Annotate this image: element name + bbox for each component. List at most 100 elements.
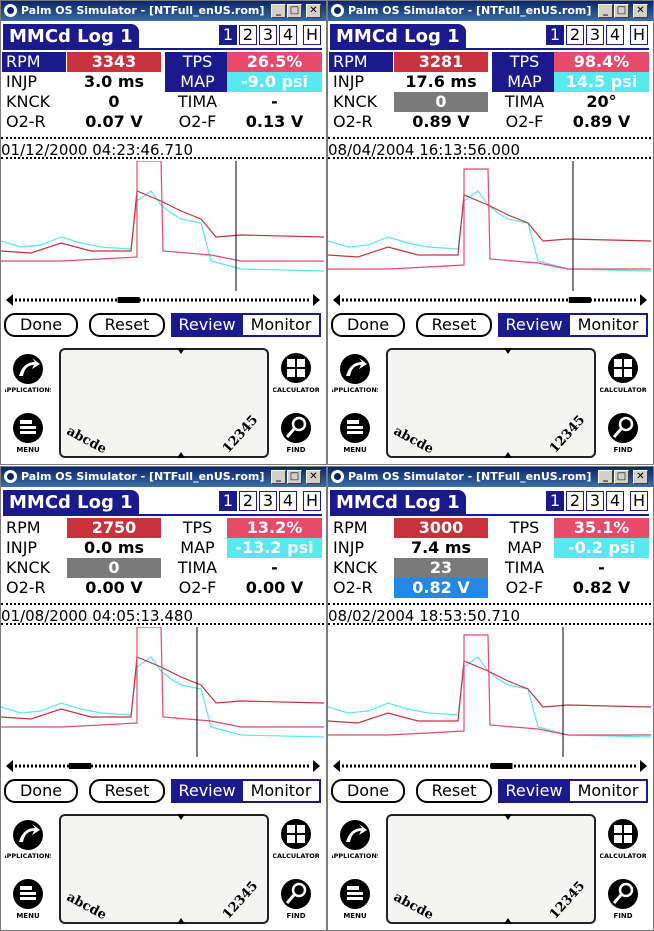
reset-button[interactable]: Reset: [89, 313, 165, 337]
monitor-tab[interactable]: Monitor: [241, 779, 321, 803]
map-label[interactable]: MAP: [165, 538, 230, 558]
menu-icon[interactable]: MENU: [332, 874, 378, 920]
log-tab-4[interactable]: 4: [279, 491, 297, 511]
tps-label[interactable]: TPS: [492, 52, 557, 72]
reset-button[interactable]: Reset: [416, 779, 492, 803]
injp-label[interactable]: INJP: [333, 538, 393, 558]
scroll-left-arrow[interactable]: [6, 294, 13, 306]
log-tab-1[interactable]: 1: [546, 491, 564, 511]
log-tab-H[interactable]: H: [303, 25, 321, 45]
applications-icon[interactable]: APPLICATIONS: [332, 814, 378, 860]
rpm-label[interactable]: RPM: [2, 52, 66, 72]
scroll-left-arrow[interactable]: [333, 760, 340, 772]
log-tab-1[interactable]: 1: [219, 491, 237, 511]
find-icon[interactable]: FIND: [600, 874, 646, 920]
log-tab-2[interactable]: 2: [566, 25, 584, 45]
knck-label[interactable]: KNCK: [333, 92, 393, 112]
close-icon[interactable]: ✕: [306, 470, 321, 484]
tps-label[interactable]: TPS: [165, 518, 230, 538]
o2r-label[interactable]: O2-R: [6, 578, 66, 598]
log-tab-H[interactable]: H: [630, 491, 648, 511]
window-titlebar[interactable]: Palm OS Simulator - [NTFull_enUS.rom] _ …: [1, 467, 326, 487]
close-icon[interactable]: ✕: [306, 4, 321, 18]
tima-label[interactable]: TIMA: [492, 92, 557, 112]
review-tab[interactable]: Review: [171, 779, 243, 803]
window-titlebar[interactable]: Palm OS Simulator - [NTFull_enUS.rom] _ …: [328, 1, 653, 21]
log-tab-2[interactable]: 2: [239, 491, 257, 511]
app-title[interactable]: MMCd Log 1: [330, 24, 466, 49]
monitor-tab[interactable]: Monitor: [568, 313, 648, 337]
graffiti-area[interactable]: abcde 12345: [59, 348, 269, 458]
scroll-right-arrow[interactable]: [313, 294, 320, 306]
log-tab-3[interactable]: 3: [259, 491, 277, 511]
log-tab-H[interactable]: H: [630, 25, 648, 45]
maximize-icon[interactable]: □: [287, 470, 302, 484]
minimize-icon[interactable]: _: [271, 470, 286, 484]
find-icon[interactable]: FIND: [600, 408, 646, 454]
minimize-icon[interactable]: _: [271, 4, 286, 18]
menu-icon[interactable]: MENU: [5, 408, 51, 454]
o2r-label[interactable]: O2-R: [333, 578, 393, 598]
sensor-graph[interactable]: [1, 627, 324, 757]
maximize-icon[interactable]: □: [614, 470, 629, 484]
log-tab-3[interactable]: 3: [259, 25, 277, 45]
find-icon[interactable]: FIND: [273, 408, 319, 454]
done-button[interactable]: Done: [331, 779, 405, 803]
calculator-icon[interactable]: CALCULATOR: [273, 814, 319, 860]
injp-label[interactable]: INJP: [6, 538, 66, 558]
calculator-icon[interactable]: CALCULATOR: [600, 348, 646, 394]
graph-scrollbar[interactable]: [5, 759, 321, 773]
window-titlebar[interactable]: Palm OS Simulator - [NTFull_enUS.rom] _ …: [328, 467, 653, 487]
tps-label[interactable]: TPS: [492, 518, 557, 538]
knck-label[interactable]: KNCK: [6, 92, 66, 112]
close-icon[interactable]: ✕: [633, 4, 648, 18]
graph-scrollbar[interactable]: [332, 759, 648, 773]
scroll-thumb[interactable]: [490, 763, 513, 769]
graph-scrollbar[interactable]: [5, 293, 321, 307]
rpm-label[interactable]: RPM: [329, 52, 393, 72]
graffiti-area[interactable]: abcde 12345: [386, 814, 596, 924]
tima-label[interactable]: TIMA: [165, 92, 230, 112]
monitor-tab[interactable]: Monitor: [568, 779, 648, 803]
o2f-label[interactable]: O2-F: [492, 578, 557, 598]
log-tab-3[interactable]: 3: [586, 25, 604, 45]
log-tab-H[interactable]: H: [303, 491, 321, 511]
o2r-label[interactable]: O2-R: [6, 112, 66, 132]
applications-icon[interactable]: APPLICATIONS: [332, 348, 378, 394]
tps-label[interactable]: TPS: [165, 52, 230, 72]
menu-icon[interactable]: MENU: [5, 874, 51, 920]
tima-label[interactable]: TIMA: [165, 558, 230, 578]
rpm-label[interactable]: RPM: [333, 518, 393, 538]
log-tab-3[interactable]: 3: [586, 491, 604, 511]
done-button[interactable]: Done: [4, 779, 78, 803]
log-tab-4[interactable]: 4: [279, 25, 297, 45]
log-tab-1[interactable]: 1: [219, 25, 237, 45]
scroll-right-arrow[interactable]: [313, 760, 320, 772]
log-tab-1[interactable]: 1: [546, 25, 564, 45]
sensor-graph[interactable]: [328, 627, 651, 757]
map-label[interactable]: MAP: [165, 72, 230, 92]
tima-label[interactable]: TIMA: [492, 558, 557, 578]
monitor-tab[interactable]: Monitor: [241, 313, 321, 337]
o2f-label[interactable]: O2-F: [492, 112, 557, 132]
log-tab-2[interactable]: 2: [239, 25, 257, 45]
calculator-icon[interactable]: CALCULATOR: [600, 814, 646, 860]
find-icon[interactable]: FIND: [273, 874, 319, 920]
scroll-right-arrow[interactable]: [640, 760, 647, 772]
scroll-right-arrow[interactable]: [640, 294, 647, 306]
reset-button[interactable]: Reset: [89, 779, 165, 803]
applications-icon[interactable]: APPLICATIONS: [5, 348, 51, 394]
rpm-label[interactable]: RPM: [6, 518, 66, 538]
graph-scrollbar[interactable]: [332, 293, 648, 307]
done-button[interactable]: Done: [4, 313, 78, 337]
maximize-icon[interactable]: □: [614, 4, 629, 18]
scroll-left-arrow[interactable]: [6, 760, 13, 772]
menu-icon[interactable]: MENU: [332, 408, 378, 454]
app-title[interactable]: MMCd Log 1: [3, 24, 139, 49]
o2f-label[interactable]: O2-F: [165, 578, 230, 598]
sensor-graph[interactable]: [328, 161, 651, 291]
knck-label[interactable]: KNCK: [6, 558, 66, 578]
o2f-label[interactable]: O2-F: [165, 112, 230, 132]
scroll-thumb[interactable]: [568, 297, 591, 303]
log-tab-4[interactable]: 4: [606, 491, 624, 511]
